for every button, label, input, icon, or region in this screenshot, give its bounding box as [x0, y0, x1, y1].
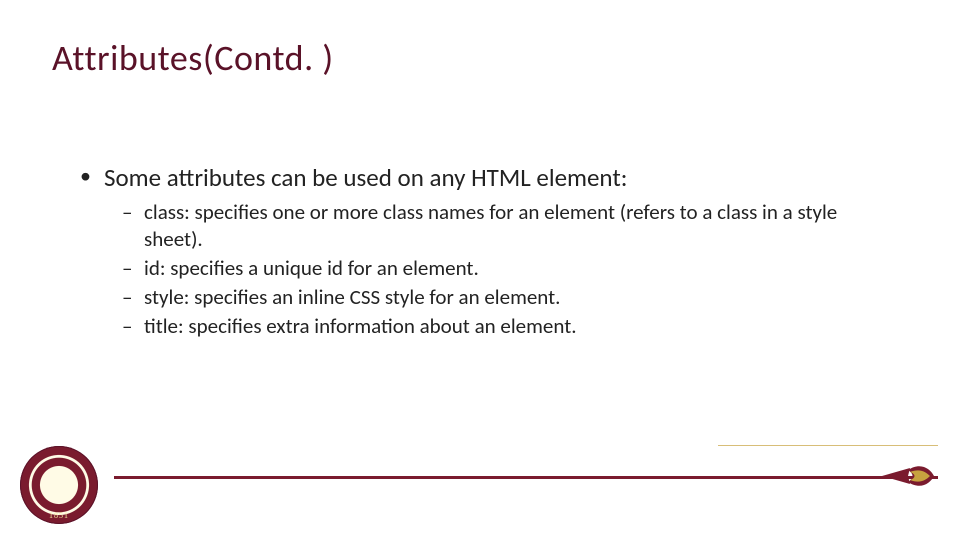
sub-bullet-list: class: specifies one or more class names… [80, 199, 900, 339]
footer: 1851 [20, 432, 960, 518]
list-item: id: specifies a unique id for an element… [122, 255, 900, 282]
gold-thin-line [718, 445, 938, 446]
slide-body: Some attributes can be used on any HTML … [80, 162, 900, 342]
seal-year: 1851 [49, 511, 69, 520]
list-item: style: specifies an inline CSS style for… [122, 284, 900, 311]
list-item: class: specifies one or more class names… [122, 199, 900, 253]
university-seal-icon: 1851 [20, 446, 98, 524]
divider-bar [114, 476, 938, 479]
list-item: title: specifies extra information about… [122, 313, 900, 340]
slide-title: Attributes(Contd. ) [52, 36, 334, 80]
lead-bullet: Some attributes can be used on any HTML … [80, 162, 900, 193]
spear-icon [880, 456, 936, 496]
